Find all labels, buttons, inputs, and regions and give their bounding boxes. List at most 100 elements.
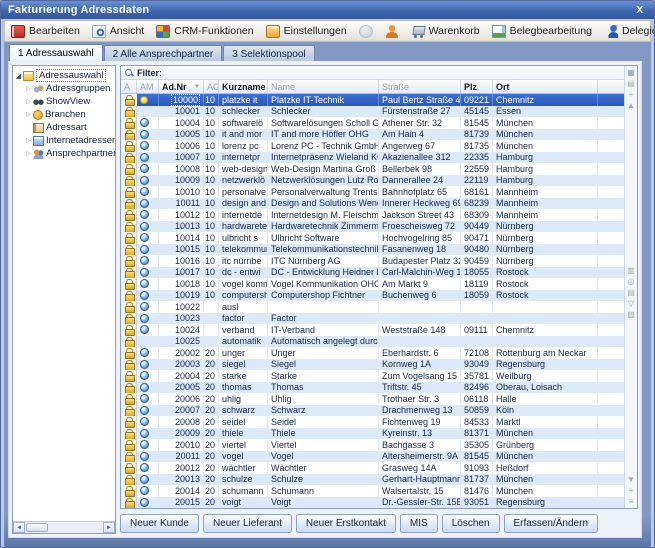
action-button-neuer-lieferant[interactable]: Neuer Lieferant: [203, 514, 292, 533]
tree-item-showview[interactable]: ▷ShowView: [14, 95, 114, 108]
add-icon[interactable]: +: [629, 485, 634, 496]
table-row[interactable]: 1001610itc nürnbeITC Nürnberg AGBudapest…: [121, 255, 624, 267]
action-button-neuer-erstkontakt[interactable]: Neuer Erstkontakt: [296, 514, 396, 533]
table-row[interactable]: 2001120vogelVogelAltersheimerstr. 9A8154…: [121, 451, 624, 463]
action-button-l-schen[interactable]: Löschen: [442, 514, 500, 533]
table-row[interactable]: 2001520voigtVoigtDr.-Gessler-Str. 15B930…: [121, 497, 624, 509]
edit-button[interactable]: Bearbeiten: [8, 22, 85, 41]
table-row[interactable]: 1001310hardwareteHardwaretechnik Zimmerm…: [121, 221, 624, 233]
tree-horizontal-scrollbar[interactable]: ◄ ►: [13, 521, 115, 533]
table-row[interactable]: 1000410softwarelöSoftwarelösungen Scholl…: [121, 117, 624, 129]
tree-expander-icon[interactable]: ▷: [24, 150, 33, 157]
close-button[interactable]: X: [632, 5, 647, 16]
scroll-up-icon[interactable]: ▲: [627, 100, 635, 111]
tab-1[interactable]: 1 Adressauswahl: [9, 44, 103, 61]
table-row[interactable]: 1001810vogel kommVogel Kommunikation OHG…: [121, 278, 624, 290]
filter-icon[interactable]: ▽: [628, 298, 634, 309]
column-header-fill[interactable]: [598, 80, 624, 93]
table-row[interactable]: 2001220wächtlerWächtlerGrasweg 14A91093H…: [121, 462, 624, 474]
tree-item-root[interactable]: ◢Adressauswahl: [14, 69, 114, 82]
menu-icon[interactable]: ≡: [629, 496, 634, 507]
contacts-disabled-button[interactable]: [356, 22, 378, 41]
action-button-neuer-kunde[interactable]: Neuer Kunde: [120, 514, 199, 533]
grid-icon[interactable]: ▤: [627, 287, 635, 298]
tree-expander-icon[interactable]: ▷: [24, 85, 33, 92]
collapse-rows-icon[interactable]: ▤: [627, 78, 635, 89]
tree-item-branchen[interactable]: ▷Branchen: [14, 108, 114, 121]
table-row[interactable]: 1000110schleckerSchleckerFürstenstraße 2…: [121, 106, 624, 118]
table-row[interactable]: 2000920thieleThieleKyreinstr. 1381371Mün…: [121, 428, 624, 440]
search-icon[interactable]: ◎: [628, 276, 635, 287]
table-row[interactable]: 1000010platzke itPlatzke IT-TechnikPaul …: [121, 94, 624, 106]
scrollbar-track[interactable]: [49, 522, 103, 533]
column-header-str[interactable]: Straße: [379, 80, 461, 93]
scroll-right-button[interactable]: ►: [103, 522, 115, 533]
action-button-mis[interactable]: MIS: [400, 514, 438, 533]
view-button[interactable]: Ansicht: [89, 22, 149, 41]
column-header-adnr[interactable]: Ad.Nr▼: [159, 80, 204, 93]
ort-cell: Hamburg: [493, 152, 598, 164]
adnr-cell: 20015: [159, 497, 204, 509]
table-row[interactable]: 2001020viertelViertelBachgasse 335305Grü…: [121, 439, 624, 451]
kurz-cell: platzke it: [219, 94, 268, 106]
column-header-plz[interactable]: Plz: [461, 80, 493, 93]
table-row[interactable]: 1001910computershComputershop FichtnerBu…: [121, 290, 624, 302]
cart-button[interactable]: Warenkorb: [408, 22, 485, 41]
crm-button[interactable]: CRM-Funktionen: [153, 22, 258, 41]
table-row[interactable]: 1001210internetdeInternetdesign M. Fleis…: [121, 209, 624, 221]
settings-button[interactable]: Einstellungen: [263, 22, 352, 41]
table-row[interactable]: 2000820seidelSeidelFichtenweg 1984533Mar…: [121, 416, 624, 428]
table-row[interactable]: 2000320siegelSiegelKornweg 1A93049Regens…: [121, 359, 624, 371]
document-button[interactable]: Belegbearbeitung: [489, 22, 597, 41]
table-row[interactable]: 1001410ulbricht sUlbricht SoftwareHochvo…: [121, 232, 624, 244]
table-row[interactable]: 2000620uhligUhligTrothaer Str. 306118Hal…: [121, 393, 624, 405]
tab-3[interactable]: 3 Selektionspool: [223, 45, 314, 61]
table-row[interactable]: 10023factorFactor: [121, 313, 624, 325]
table-row[interactable]: 2000520thomasThomasTriftstr. 4582496Ober…: [121, 382, 624, 394]
tree-expander-icon[interactable]: ▷: [24, 98, 33, 105]
column-header-kurz[interactable]: Kurzname: [219, 80, 268, 93]
table-row[interactable]: 1001710dc - entwiDC - Entwicklung Heidne…: [121, 267, 624, 279]
table-row[interactable]: 10024verbandIT-VerbandWeststraße 1480911…: [121, 324, 624, 336]
table-row[interactable]: 2000220ungerUngerEberhardstr. 672108Rott…: [121, 347, 624, 359]
table-row[interactable]: 2001420schumannSchumannWalsertalstr. 158…: [121, 485, 624, 497]
layout-icon[interactable]: ▥: [627, 265, 635, 276]
table-row[interactable]: 1001510telekommunTelekommunikationstechn…: [121, 244, 624, 256]
column-header-am[interactable]: AM: [137, 80, 159, 93]
table-row[interactable]: 10022ausl: [121, 301, 624, 313]
table-row[interactable]: 2000420starkeStarkeZum Vogelsang 1535781…: [121, 370, 624, 382]
column-chooser-icon[interactable]: ▦: [627, 67, 635, 78]
tree-item-internetadressen[interactable]: ▷Internetadressen: [14, 134, 114, 147]
column-header-ind[interactable]: A: [121, 80, 137, 93]
table-row[interactable]: 1001010personalvePersonalverwaltung Tren…: [121, 186, 624, 198]
column-header-ag[interactable]: AG: [204, 80, 219, 93]
table-row[interactable]: 1000910netzwerklöNetzwerklösungen Lutz R…: [121, 175, 624, 187]
scrollbar-thumb[interactable]: [26, 523, 48, 532]
tab-2[interactable]: 2 Alle Ansprechpartner: [104, 45, 223, 61]
table-row[interactable]: 1000510it and morIT and more Höfler OHGA…: [121, 129, 624, 141]
table-row[interactable]: 2000720schwarzSchwarzDrachmenweg 1350859…: [121, 405, 624, 417]
tree-item-ansprechpartner[interactable]: ▷Ansprechpartner: [14, 147, 114, 160]
tree-item-adressgruppen[interactable]: ▷Adressgruppen: [14, 82, 114, 95]
table-row[interactable]: 1001110design andDesign and Solutions We…: [121, 198, 624, 210]
export-icon[interactable]: ▧: [627, 309, 635, 320]
tree-expander-icon[interactable]: ▷: [24, 137, 33, 144]
column-header-ort[interactable]: Ort: [493, 80, 598, 93]
table-row[interactable]: 1000710internetprInternetpräsenz Wieland…: [121, 152, 624, 164]
ag-cell: 10: [204, 209, 219, 221]
tree-expander-icon[interactable]: ▷: [24, 111, 33, 118]
scroll-down-icon[interactable]: ▼: [627, 474, 635, 485]
scroll-left-button[interactable]: ◄: [13, 522, 25, 533]
table-row[interactable]: 10025automatikAutomatisch angelegt durch…: [121, 336, 624, 348]
filter-row[interactable]: Filter:: [121, 66, 624, 80]
tree-item-adressart[interactable]: Adressart: [14, 121, 114, 134]
action-button-erfassen-ndern[interactable]: Erfassen/Ändern: [504, 514, 599, 533]
table-row[interactable]: 2001320schulzeSchulzeGerhart-Hauptmann-R…: [121, 474, 624, 486]
person-button[interactable]: [382, 22, 404, 41]
table-row[interactable]: 1000810web-designWeb-Design Martina Groß…: [121, 163, 624, 175]
column-header-name[interactable]: Name: [268, 80, 379, 93]
delegate-button[interactable]: Delegieren: [601, 22, 655, 41]
table-row[interactable]: 1000610lorenz pcLorenz PC - Technik GmbH…: [121, 140, 624, 152]
tree-expander-icon[interactable]: ◢: [14, 72, 23, 80]
add-row-icon[interactable]: +: [629, 89, 634, 100]
